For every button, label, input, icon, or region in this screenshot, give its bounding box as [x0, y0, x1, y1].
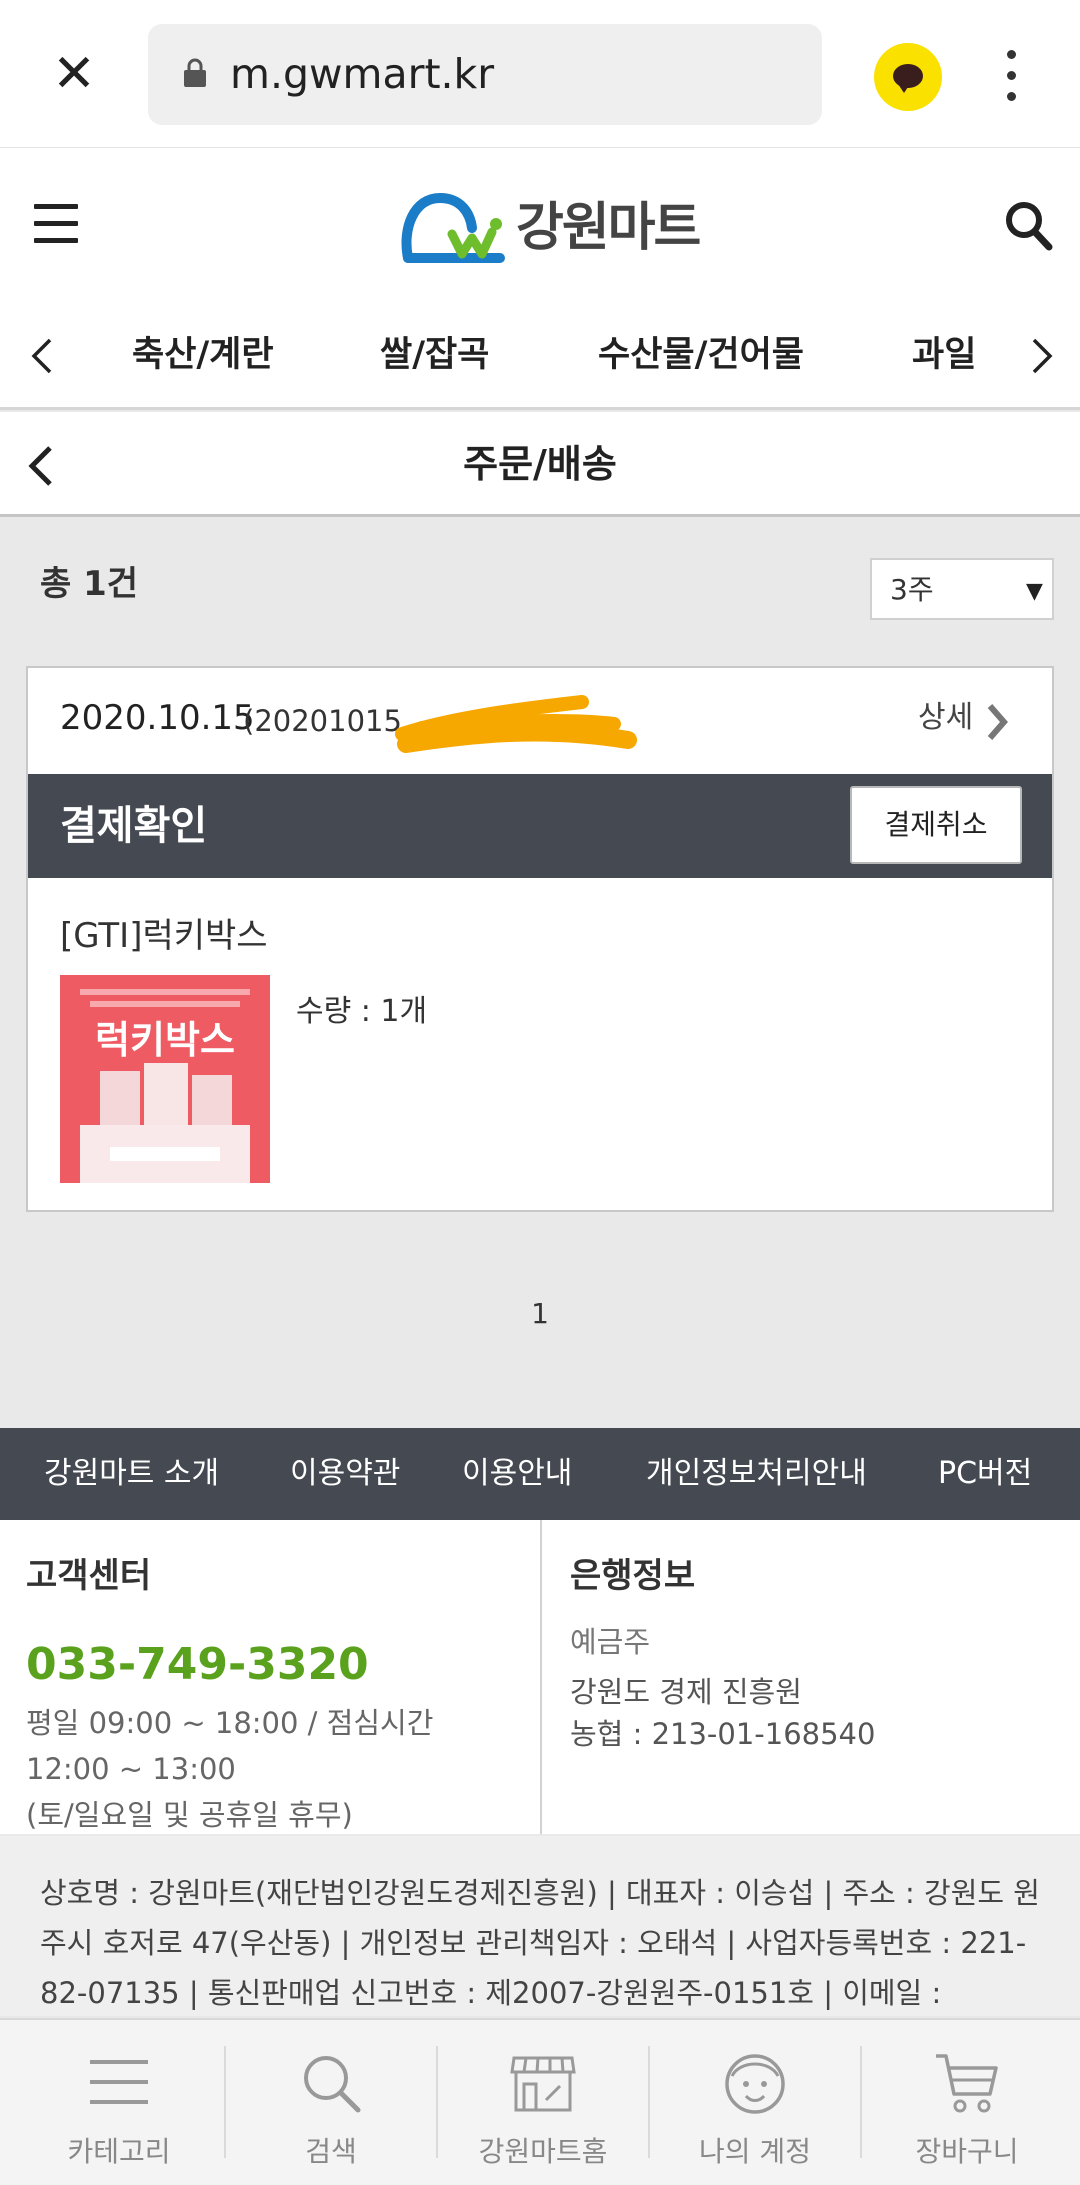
- search-icon: [304, 2056, 361, 2113]
- chevron-left-icon[interactable]: [24, 336, 60, 376]
- order-number: (20201015: [243, 704, 402, 738]
- holiday-notice: (토/일요일 및 공휴일 휴무): [26, 1798, 353, 1832]
- customer-center-phone[interactable]: 033-749-3320: [26, 1636, 369, 1694]
- business-hours: 평일 09:00 ~ 18:00 / 점심시간 12:00 ~ 13:00: [26, 1706, 434, 1786]
- footer-link-guide[interactable]: 이용안내: [462, 1452, 572, 1496]
- redaction-scribble: [395, 695, 637, 753]
- category-rice-grains[interactable]: 쌀/잡곡: [380, 330, 489, 380]
- tab-category-label: 카테고리: [67, 2135, 171, 2168]
- footer-link-privacy[interactable]: 개인정보처리안내: [646, 1452, 867, 1496]
- chevron-right-icon[interactable]: [984, 702, 1010, 742]
- tab-search-label: 검색: [305, 2135, 357, 2168]
- divider: [540, 1520, 542, 1834]
- order-detail-link[interactable]: 상세: [918, 696, 973, 740]
- product-quantity: 수량 : 1개: [296, 994, 428, 1029]
- url-text: m.gwmart.kr: [230, 50, 495, 98]
- chat-bubble-tail: [898, 84, 910, 93]
- order-date: 2020.10.15: [60, 698, 255, 738]
- bank-info-title: 은행정보: [570, 1556, 696, 1596]
- bank-holder: 강원도 경제 진흥원: [570, 1675, 802, 1709]
- menu-lines-icon: [90, 2060, 148, 2104]
- tab-category[interactable]: 카테고리: [14, 2018, 224, 2185]
- chevron-right-icon[interactable]: [1024, 336, 1060, 376]
- bank-holder-label: 예금주: [570, 1625, 651, 1659]
- search-icon[interactable]: [1004, 200, 1054, 252]
- footer-link-about[interactable]: 강원마트 소개: [44, 1452, 219, 1496]
- face-icon: [725, 2054, 785, 2114]
- cancel-payment-button[interactable]: 결제취소: [850, 786, 1022, 864]
- footer-link-pc-version[interactable]: PC버전: [938, 1452, 1032, 1496]
- product-image-title: 럭키박스: [95, 1018, 235, 1062]
- tab-cart-label: 장바구니: [915, 2135, 1019, 2168]
- page-title: 주문/배송: [463, 442, 617, 486]
- tab-search[interactable]: 검색: [226, 2018, 436, 2185]
- tab-cart[interactable]: 장바구니: [862, 2018, 1072, 2185]
- more-vert-icon[interactable]: [996, 50, 1026, 104]
- customer-center-hours: 평일 09:00 ~ 18:00 / 점심시간 12:00 ~ 13:00 (토…: [26, 1700, 516, 1838]
- product-thumbnail-art: 럭키박스: [60, 975, 270, 1183]
- dropdown-caret-icon: ▼: [1026, 579, 1043, 604]
- customer-center-title: 고객센터: [26, 1556, 152, 1596]
- period-select-value: 3주: [890, 573, 934, 606]
- close-icon[interactable]: ✕: [44, 42, 104, 106]
- company-info-text: 상호명 : 강원마트(재단법인강원도경제진흥원) | 대표자 : 이승섭 | 주…: [40, 1876, 1040, 2010]
- product-thumbnail[interactable]: 럭키박스: [60, 975, 270, 1183]
- product-name[interactable]: [GTI]럭키박스: [60, 912, 268, 960]
- category-seafood[interactable]: 수산물/건어물: [598, 330, 804, 380]
- footer-link-terms[interactable]: 이용약관: [290, 1452, 400, 1496]
- tab-my-account-label: 나의 계정: [699, 2135, 811, 2168]
- store-icon: [510, 2056, 576, 2112]
- logo-text[interactable]: 강원마트: [516, 194, 701, 262]
- pagination-page-1[interactable]: 1: [0, 1294, 1080, 1334]
- hamburger-menu-icon[interactable]: [34, 204, 78, 244]
- lock-icon: [184, 58, 206, 87]
- bank-account: 농협 : 213-01-168540: [570, 1717, 876, 1751]
- category-fruit[interactable]: 과일: [912, 330, 976, 380]
- category-meat-eggs[interactable]: 축산/계란: [132, 330, 274, 380]
- tab-home[interactable]: 강원마트홈: [438, 2018, 648, 2185]
- tab-home-label: 강원마트홈: [478, 2135, 608, 2168]
- order-total-count: 총 1건: [40, 564, 139, 604]
- order-status: 결제확인: [60, 803, 208, 849]
- tab-my-account[interactable]: 나의 계정: [650, 2018, 860, 2185]
- cart-icon: [936, 2054, 998, 2113]
